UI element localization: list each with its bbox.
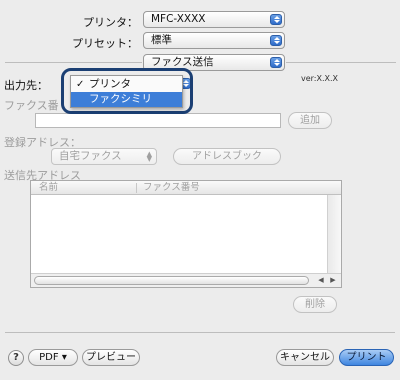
popup-arrows-icon [270, 35, 282, 46]
column-fax-number[interactable]: ファクス番号 [143, 181, 200, 194]
menu-item-printer[interactable]: ✓ プリンタ [71, 77, 182, 92]
fax-number-input[interactable] [35, 113, 281, 128]
add-button[interactable]: 追加 [288, 112, 332, 129]
popup-arrows-icon [270, 14, 282, 25]
help-button[interactable]: ? [8, 350, 24, 366]
footer-divider [5, 332, 395, 333]
preview-button[interactable]: プレビュー [82, 349, 140, 366]
scroll-left-arrow-icon[interactable]: ◀ [315, 275, 327, 286]
registered-address-select[interactable]: 自宅ファクス ▲ ▼ [51, 148, 157, 165]
fax-number-label: ファクス番 [4, 99, 59, 112]
menu-item-label: プリンタ [89, 78, 131, 90]
column-separator [136, 183, 137, 193]
section-divider-right [286, 62, 396, 63]
printer-label: プリンタ： [83, 16, 138, 29]
printer-select[interactable]: MFC-XXXX [143, 11, 285, 28]
output-label: 出力先： [4, 79, 48, 92]
scroll-thumb[interactable] [34, 276, 309, 285]
panel-select-value: ファクス送信 [151, 56, 214, 68]
address-book-button[interactable]: アドレスブック [173, 148, 281, 165]
delete-button[interactable]: 削除 [293, 296, 337, 313]
checkmark-icon: ✓ [76, 79, 85, 90]
menu-item-facsimile[interactable]: ファクシミリ [71, 92, 182, 107]
section-divider-left [5, 62, 142, 63]
scroll-right-arrow-icon[interactable]: ▶ [327, 275, 339, 286]
table-header: 名前 ファクス番号 [31, 181, 341, 195]
recipients-table[interactable]: 名前 ファクス番号 ◀ ▶ [30, 180, 342, 288]
popup-arrows-icon: ▲ ▼ [146, 150, 152, 163]
registered-address-value: 自宅ファクス [59, 150, 122, 162]
cancel-button[interactable]: キャンセル [276, 349, 334, 366]
preset-label: プリセット： [72, 37, 138, 50]
column-name[interactable]: 名前 [39, 181, 58, 194]
output-menu[interactable]: ✓ プリンタ ファクシミリ [70, 75, 183, 108]
preset-select-value: 標準 [151, 34, 172, 46]
preset-select[interactable]: 標準 [143, 32, 285, 49]
pdf-button[interactable]: PDF ▾ [28, 349, 78, 366]
vertical-scrollbar[interactable] [327, 195, 341, 273]
print-button[interactable]: プリント [339, 349, 394, 366]
version-label: ver:X.X.X [301, 74, 339, 83]
horizontal-scrollbar[interactable]: ◀ ▶ [31, 273, 341, 287]
popup-arrows-icon [270, 57, 282, 68]
printer-select-value: MFC-XXXX [151, 13, 206, 25]
menu-item-label: ファクシミリ [89, 93, 152, 105]
